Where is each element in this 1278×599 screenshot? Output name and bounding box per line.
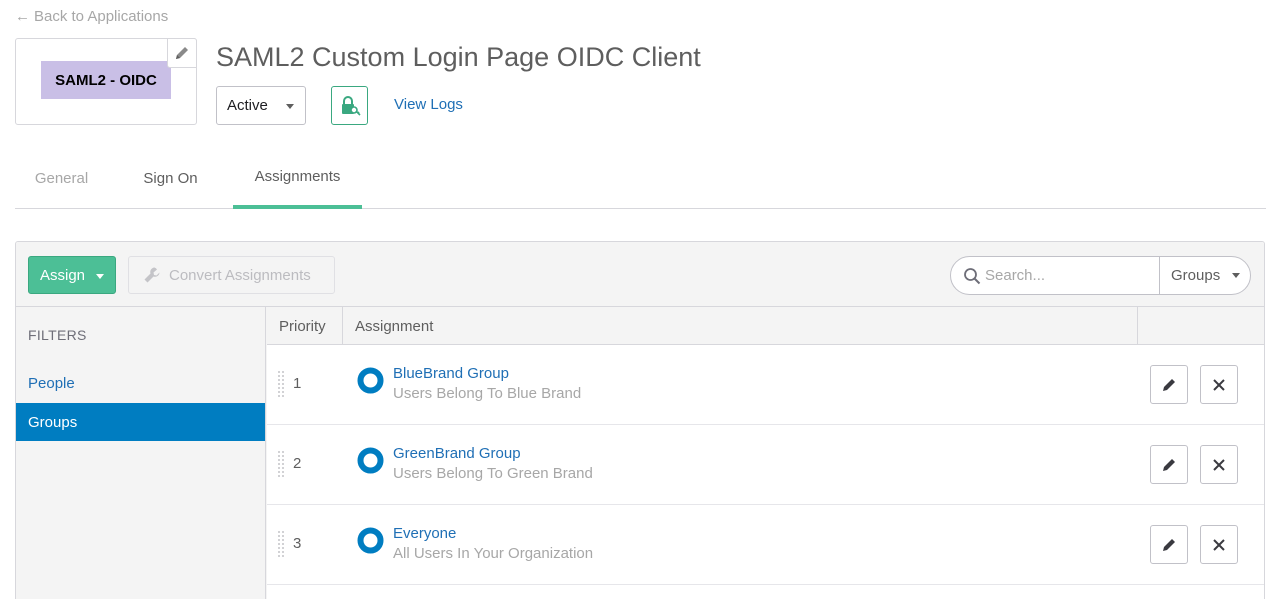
back-to-applications-link[interactable]: ← Back to Applications (15, 8, 168, 25)
status-dropdown[interactable]: Active (216, 86, 306, 125)
app-logo-tile: SAML2 - OIDC (41, 61, 171, 99)
filters-sidebar: FILTERS People Groups (16, 307, 266, 599)
group-name-link[interactable]: BlueBrand Group (393, 365, 509, 382)
search-box: Groups (950, 256, 1251, 295)
group-name-link[interactable]: Everyone (393, 525, 456, 542)
tab-general[interactable]: General (15, 148, 108, 209)
view-logs-link[interactable]: View Logs (394, 96, 463, 113)
tab-bar: General Sign On Assignments (15, 148, 1266, 209)
filter-item-people[interactable]: People (16, 364, 265, 402)
filters-heading: FILTERS (28, 327, 87, 343)
group-description: All Users In Your Organization (393, 545, 594, 562)
assign-button[interactable]: Assign (28, 256, 116, 294)
push-groups-button[interactable] (331, 86, 368, 125)
convert-assignments-button[interactable]: Convert Assignments (128, 256, 335, 294)
group-icon (357, 447, 384, 474)
status-value: Active (227, 97, 268, 114)
group-description: Users Belong To Blue Brand (393, 385, 582, 402)
pencil-icon (1163, 378, 1175, 391)
remove-assignment-button[interactable] (1200, 365, 1238, 404)
priority-value: 3 (293, 535, 302, 552)
priority-value: 2 (293, 455, 302, 472)
convert-assignments-label: Convert Assignments (169, 266, 311, 284)
page-title: SAML2 Custom Login Page OIDC Client (216, 42, 701, 72)
close-icon (1213, 538, 1225, 551)
chevron-down-icon (1232, 273, 1240, 278)
assignments-panel: Assign Convert Assignments Groups FILTER… (15, 241, 1265, 599)
drag-handle-icon[interactable] (277, 370, 285, 398)
assignments-table: Priority Assignment 1 BlueBrand Group Us… (267, 307, 1264, 599)
priority-value: 1 (293, 375, 302, 392)
close-icon (1213, 378, 1225, 391)
search-filter-value: Groups (1171, 267, 1221, 284)
wrench-icon (144, 267, 160, 283)
search-icon (964, 268, 981, 285)
table-row: 1 BlueBrand Group Users Belong To Blue B… (267, 345, 1264, 425)
table-row: 3 Everyone All Users In Your Organizatio… (267, 505, 1264, 585)
remove-assignment-button[interactable] (1200, 525, 1238, 564)
column-header-assignment: Assignment (343, 307, 1138, 345)
chevron-down-icon (96, 274, 104, 279)
back-arrow-icon: ← (15, 8, 30, 25)
assignments-toolbar: Assign Convert Assignments Groups (16, 242, 1264, 307)
close-icon (1213, 458, 1225, 471)
remove-assignment-button[interactable] (1200, 445, 1238, 484)
group-description: Users Belong To Green Brand (393, 465, 593, 482)
lock-key-icon (341, 95, 361, 116)
search-filter-dropdown[interactable]: Groups (1159, 257, 1251, 294)
edit-assignment-button[interactable] (1150, 445, 1188, 484)
edit-assignment-button[interactable] (1150, 525, 1188, 564)
pencil-icon (1163, 458, 1175, 471)
tab-assignments[interactable]: Assignments (233, 148, 362, 209)
app-logo: SAML2 - OIDC (15, 38, 197, 125)
tab-sign-on[interactable]: Sign On (123, 148, 218, 209)
pencil-icon (176, 47, 188, 59)
group-icon (357, 527, 384, 554)
chevron-down-icon (286, 104, 294, 109)
group-icon (357, 367, 384, 394)
table-header: Priority Assignment (267, 307, 1264, 345)
group-name-link[interactable]: GreenBrand Group (393, 445, 521, 462)
pencil-icon (1163, 538, 1175, 551)
filter-item-groups[interactable]: Groups (16, 403, 265, 441)
assign-button-label: Assign (40, 266, 86, 284)
edit-assignment-button[interactable] (1150, 365, 1188, 404)
table-row: 2 GreenBrand Group Users Belong To Green… (267, 425, 1264, 505)
drag-handle-icon[interactable] (277, 450, 285, 478)
edit-logo-button[interactable] (167, 38, 197, 68)
search-input[interactable] (985, 257, 1157, 294)
column-header-priority: Priority (267, 307, 343, 345)
drag-handle-icon[interactable] (277, 530, 285, 558)
back-link-label: Back to Applications (34, 8, 169, 25)
